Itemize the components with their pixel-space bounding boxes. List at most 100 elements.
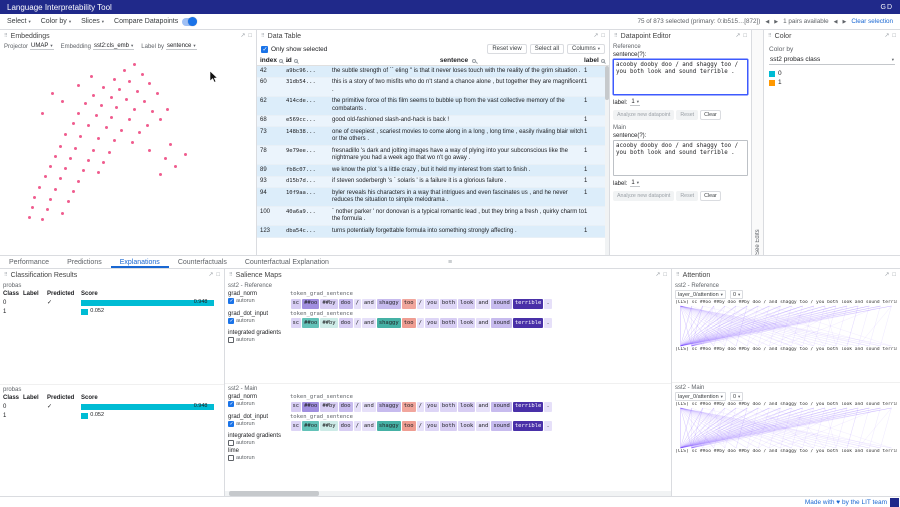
popout-icon[interactable]: ↗ (208, 272, 213, 278)
embedding-point[interactable] (128, 80, 131, 83)
sentence-textarea[interactable]: acooby dooby doo / and shaggy too / you … (613, 59, 748, 95)
autorun-control[interactable]: autorun (228, 298, 290, 304)
tab[interactable]: Performance (0, 256, 58, 268)
only-show-selected-checkbox[interactable] (261, 46, 268, 53)
salience-token[interactable]: / (354, 402, 361, 412)
next-datapoint-icon[interactable]: ▶ (774, 19, 778, 25)
embedding-point[interactable] (38, 186, 41, 189)
salience-token[interactable]: ##by (320, 299, 337, 309)
reset-button[interactable]: Reset (676, 110, 698, 120)
embedding-point[interactable] (102, 161, 105, 164)
salience-token[interactable]: / (354, 318, 361, 328)
salience-token[interactable]: too (402, 402, 416, 412)
embedding-point[interactable] (123, 69, 126, 72)
slices-menu[interactable]: Slices▾ (81, 18, 104, 25)
clear-selection-button[interactable]: Clear selection (851, 18, 893, 25)
popout-icon[interactable]: ↗ (655, 272, 660, 278)
autorun-checkbox[interactable] (228, 421, 234, 427)
salience-token[interactable]: and (476, 299, 490, 309)
salience-token[interactable]: shaggy (377, 402, 401, 412)
table-row[interactable]: 60 31db54... this is a story of two misf… (257, 78, 609, 97)
salience-token[interactable]: ##by (320, 421, 337, 431)
maximize-icon[interactable]: □ (601, 33, 605, 39)
salience-token[interactable]: sound (491, 318, 512, 328)
salience-token[interactable]: doo (339, 299, 353, 309)
salience-token[interactable]: . (544, 318, 551, 328)
salience-token[interactable]: shaggy (377, 318, 401, 328)
head-select[interactable]: 0▾ (730, 392, 743, 401)
scrollbar-thumb[interactable] (605, 66, 609, 100)
see-edits-tab[interactable]: See Edits (752, 30, 764, 255)
salience-token[interactable]: you (425, 421, 439, 431)
embedding-scatter-plot[interactable] (0, 51, 256, 255)
embedding-point[interactable] (54, 155, 57, 158)
drag-handle-icon[interactable]: ⠿ (261, 33, 265, 39)
embedding-point[interactable] (69, 157, 72, 160)
autorun-control[interactable]: autorun (228, 455, 290, 461)
salience-token[interactable]: and (476, 402, 490, 412)
salience-token[interactable]: / (354, 299, 361, 309)
salience-token[interactable]: / (417, 421, 424, 431)
salience-token[interactable]: terrible (513, 402, 544, 412)
table-row[interactable]: 123 dba54c... turns potentially forgetta… (257, 226, 609, 238)
embedding-select[interactable]: Embeddingsst2:cls_emb▾ (61, 43, 135, 50)
embedding-point[interactable] (100, 104, 103, 107)
salience-token[interactable]: ##oo (302, 299, 319, 309)
embedding-point[interactable] (77, 84, 80, 87)
select-menu[interactable]: Select▾ (7, 18, 31, 25)
salience-token[interactable]: . (544, 421, 551, 431)
embedding-point[interactable] (51, 92, 54, 95)
label-select[interactable]: 1▾ (630, 99, 640, 106)
salience-token[interactable]: shaggy (377, 421, 401, 431)
head-select[interactable]: 0▾ (730, 290, 743, 299)
embedding-point[interactable] (72, 190, 75, 193)
embedding-point[interactable] (143, 100, 146, 103)
salience-token[interactable]: look (458, 299, 475, 309)
salience-token[interactable]: / (417, 402, 424, 412)
embedding-point[interactable] (87, 159, 90, 162)
pane-resize-handle-icon[interactable]: ≡ (448, 256, 452, 269)
reset-view-button[interactable]: Reset view (487, 44, 526, 54)
maximize-icon[interactable]: □ (892, 272, 896, 278)
embedding-point[interactable] (82, 169, 85, 172)
salience-token[interactable]: both (440, 318, 457, 328)
column-header-label[interactable]: label (584, 57, 606, 64)
maximize-icon[interactable]: □ (892, 33, 896, 39)
autorun-control[interactable]: autorun (228, 401, 290, 407)
salience-token[interactable]: too (402, 318, 416, 328)
embedding-point[interactable] (49, 198, 52, 201)
projector-select[interactable]: ProjectorUMAP▾ (4, 43, 54, 50)
embedding-point[interactable] (92, 94, 95, 97)
tab[interactable]: Predictions (58, 256, 111, 268)
embedding-point[interactable] (46, 208, 49, 211)
prev-pair-icon[interactable]: ◀ (834, 19, 838, 25)
salience-token[interactable]: / (417, 318, 424, 328)
embedding-point[interactable] (97, 137, 100, 140)
embedding-point[interactable] (90, 75, 93, 78)
embedding-point[interactable] (148, 149, 151, 152)
embedding-point[interactable] (28, 216, 31, 219)
table-row[interactable]: 42 a9bc96... the subtle strength of `` e… (257, 66, 609, 78)
drag-handle-icon[interactable]: ⠿ (676, 272, 680, 278)
salience-token[interactable]: shaggy (377, 299, 401, 309)
embedding-point[interactable] (59, 177, 62, 180)
autorun-checkbox[interactable] (228, 298, 234, 304)
embedding-point[interactable] (174, 165, 177, 168)
maximize-icon[interactable]: □ (248, 33, 252, 39)
table-row[interactable]: 100 40a6a9... ` nother parker ' nor dono… (257, 207, 609, 226)
salience-token[interactable]: sc (291, 299, 302, 309)
compare-toggle-switch[interactable] (182, 18, 197, 26)
popout-icon[interactable]: ↗ (884, 272, 889, 278)
table-scrollbar[interactable] (605, 66, 609, 255)
label-select[interactable]: 1▾ (630, 180, 640, 187)
embedding-point[interactable] (74, 147, 77, 150)
salience-token[interactable]: and (476, 421, 490, 431)
columns-button[interactable]: Columns▾ (567, 44, 605, 54)
embedding-point[interactable] (84, 102, 87, 105)
compare-datapoints-control[interactable]: Compare Datapoints (114, 18, 197, 26)
embedding-point[interactable] (136, 90, 139, 93)
salience-token[interactable]: you (425, 402, 439, 412)
popout-icon[interactable]: ↗ (593, 33, 598, 39)
embedding-point[interactable] (131, 141, 134, 144)
maximize-icon[interactable]: □ (743, 33, 747, 39)
